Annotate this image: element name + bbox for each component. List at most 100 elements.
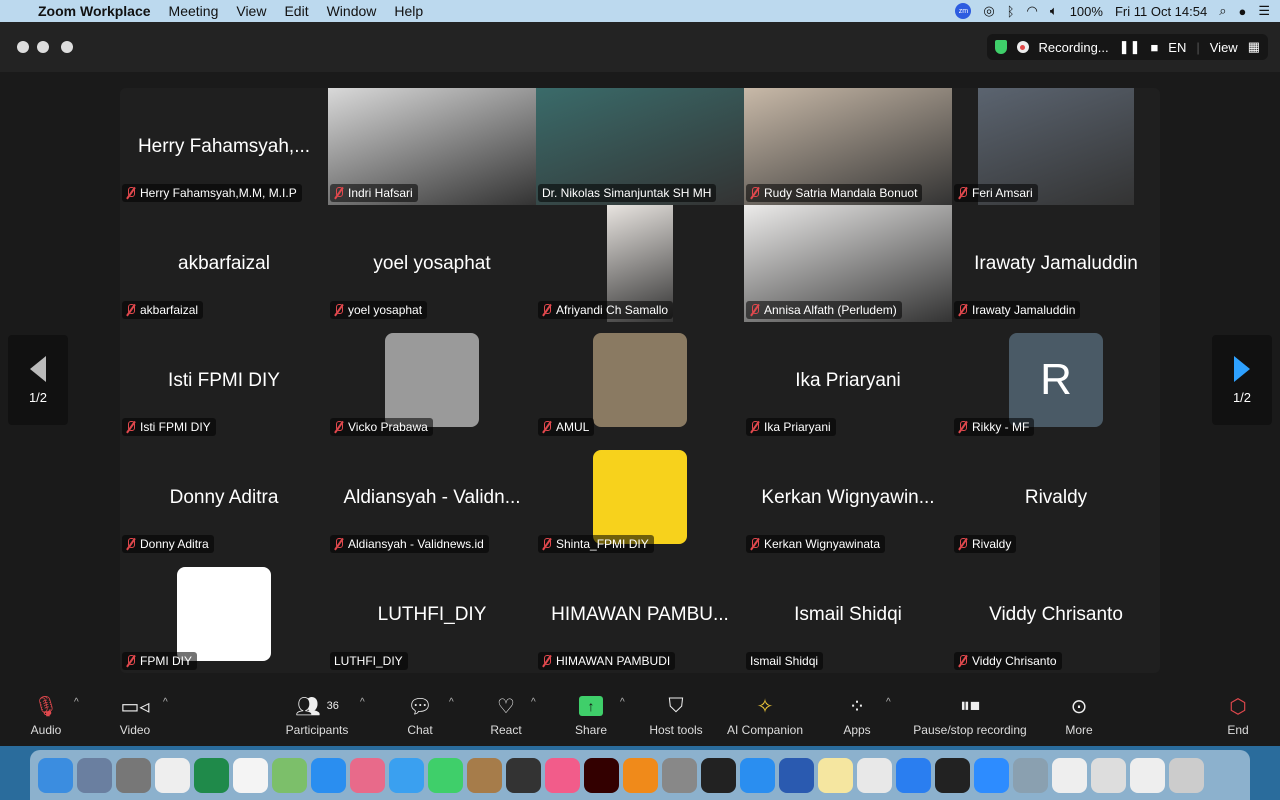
- participant-tile[interactable]: Donny Aditra Donny Aditra: [120, 439, 328, 556]
- dock-app-icon[interactable]: [1130, 757, 1165, 793]
- dock-app-icon[interactable]: [467, 757, 502, 793]
- dock-app-icon[interactable]: [662, 757, 697, 793]
- audio-options-caret[interactable]: ^: [74, 697, 79, 708]
- participant-tile[interactable]: R Rikky - MF: [952, 322, 1160, 439]
- participant-tile[interactable]: Annisa Alfath (Perludem): [744, 205, 952, 322]
- dock-app-icon[interactable]: [896, 757, 931, 793]
- video-button[interactable]: ▭◃ Video: [120, 693, 150, 738]
- dock-app-icon[interactable]: [389, 757, 424, 793]
- dock-app-icon[interactable]: [701, 757, 736, 793]
- participant-tile[interactable]: Viddy Chrisanto Viddy Chrisanto: [952, 556, 1160, 673]
- menu-help[interactable]: Help: [394, 3, 423, 19]
- share-button[interactable]: ↑ Share: [575, 693, 607, 737]
- app-menu[interactable]: Zoom Workplace: [38, 3, 151, 19]
- language-button[interactable]: EN: [1168, 40, 1186, 55]
- participant-tile[interactable]: Ika Priaryani Ika Priaryani: [744, 322, 952, 439]
- dock-app-icon[interactable]: [1169, 757, 1204, 793]
- minimize-window-button[interactable]: [37, 41, 49, 53]
- participant-tile[interactable]: Dr. Nikolas Simanjuntak SH MH: [536, 88, 744, 205]
- dock-app-icon[interactable]: [155, 757, 190, 793]
- dock-app-icon[interactable]: [935, 757, 970, 793]
- dock-app-icon[interactable]: [272, 757, 307, 793]
- dock-app-icon[interactable]: [623, 757, 658, 793]
- participants-button[interactable]: 👥︎ 36 Participants: [286, 693, 349, 738]
- creative-cloud-icon[interactable]: ◎: [983, 3, 994, 19]
- participant-tile[interactable]: Herry Fahamsyah,... Herry Fahamsyah,M.M, …: [120, 88, 328, 205]
- react-options-caret[interactable]: ^: [531, 697, 536, 708]
- react-button[interactable]: ♡ React: [490, 693, 521, 738]
- dock-app-icon[interactable]: [818, 757, 853, 793]
- participant-tile[interactable]: Isti FPMI DIY Isti FPMI DIY: [120, 322, 328, 439]
- apps-button[interactable]: ⁘ Apps: [843, 693, 870, 738]
- grid-view-icon[interactable]: ▦: [1248, 39, 1260, 55]
- participant-tile[interactable]: Aldiansyah - Validn... Aldiansyah - Valid…: [328, 439, 536, 556]
- dock-app-icon[interactable]: [1091, 757, 1126, 793]
- participant-tile[interactable]: HIMAWAN PAMBU... HIMAWAN PAMBUDI: [536, 556, 744, 673]
- dock-app-icon[interactable]: [740, 757, 775, 793]
- apps-options-caret[interactable]: ^: [886, 697, 891, 708]
- zoom-status-icon[interactable]: zm: [955, 3, 972, 19]
- next-page-button[interactable]: 1/2: [1212, 335, 1272, 425]
- chat-options-caret[interactable]: ^: [449, 697, 454, 708]
- dock-app-icon[interactable]: [506, 757, 541, 793]
- dock-app-icon[interactable]: [194, 757, 229, 793]
- participant-tile[interactable]: Vicko Prabawa: [328, 322, 536, 439]
- menu-meeting[interactable]: Meeting: [169, 3, 219, 19]
- participant-tile[interactable]: FPMI DIY: [120, 556, 328, 673]
- bluetooth-icon[interactable]: ᛒ: [1007, 4, 1015, 19]
- dock-app-icon[interactable]: [38, 757, 73, 793]
- dock-app-icon[interactable]: [428, 757, 463, 793]
- participant-tile[interactable]: AMUL: [536, 322, 744, 439]
- siri-icon[interactable]: ●: [1238, 4, 1246, 19]
- dock-app-icon[interactable]: [116, 757, 151, 793]
- participant-tile[interactable]: akbarfaizal akbarfaizal: [120, 205, 328, 322]
- participant-tile[interactable]: Shinta_FPMI DIY: [536, 439, 744, 556]
- share-options-caret[interactable]: ^: [620, 697, 625, 708]
- dock-app-icon[interactable]: [233, 757, 268, 793]
- participant-tile[interactable]: Irawaty Jamaluddin Irawaty Jamaluddin: [952, 205, 1160, 322]
- wifi-icon[interactable]: ◠: [1027, 3, 1038, 19]
- participant-tile[interactable]: Ismail Shidqi Ismail Shidqi: [744, 556, 952, 673]
- control-center-icon[interactable]: ☰: [1258, 3, 1270, 19]
- stop-recording-icon[interactable]: ■: [1150, 40, 1158, 55]
- audio-button[interactable]: 🎙︎ Audio: [31, 693, 62, 738]
- clock[interactable]: Fri 11 Oct 14:54: [1115, 4, 1207, 19]
- dock-app-icon[interactable]: [311, 757, 346, 793]
- ai-companion-button[interactable]: ✧ AI Companion: [727, 693, 803, 738]
- battery-status[interactable]: 100%: [1070, 4, 1103, 19]
- chat-button[interactable]: 💬︎ Chat: [407, 693, 432, 738]
- zoom-window-button[interactable]: [61, 41, 73, 53]
- participant-tile[interactable]: Afriyandi Ch Samallo: [536, 205, 744, 322]
- dock-app-icon[interactable]: [1013, 757, 1048, 793]
- participant-tile[interactable]: yoel yosaphat yoel yosaphat: [328, 205, 536, 322]
- participant-tile[interactable]: Feri Amsari: [952, 88, 1160, 205]
- dock-app-icon[interactable]: [1052, 757, 1087, 793]
- end-button[interactable]: ⬡ End: [1227, 693, 1248, 738]
- dock-app-icon[interactable]: [584, 757, 619, 793]
- previous-page-button[interactable]: 1/2: [8, 335, 68, 425]
- dock-app-icon[interactable]: [545, 757, 580, 793]
- participant-tile[interactable]: Rudy Satria Mandala Bonuot: [744, 88, 952, 205]
- pause-recording-icon[interactable]: ❚❚: [1119, 39, 1141, 55]
- menu-edit[interactable]: Edit: [284, 3, 308, 19]
- pause-stop-recording-button[interactable]: ⏸︎⏹︎ Pause/stop recording: [913, 693, 1026, 738]
- participant-tile[interactable]: LUTHFI_DIY LUTHFI_DIY: [328, 556, 536, 673]
- dock-app-icon[interactable]: [350, 757, 385, 793]
- volume-icon[interactable]: 🔈︎: [1050, 3, 1058, 19]
- participant-tile[interactable]: Indri Hafsari: [328, 88, 536, 205]
- video-options-caret[interactable]: ^: [163, 697, 168, 708]
- participant-tile[interactable]: Rivaldy Rivaldy: [952, 439, 1160, 556]
- menu-window[interactable]: Window: [327, 3, 377, 19]
- close-window-button[interactable]: [17, 41, 29, 53]
- view-button[interactable]: View: [1210, 40, 1238, 55]
- participants-options-caret[interactable]: ^: [360, 697, 365, 708]
- host-tools-button[interactable]: ⛉ Host tools: [649, 693, 702, 738]
- dock-app-icon[interactable]: [77, 757, 112, 793]
- dock-app-icon[interactable]: [857, 757, 892, 793]
- menu-view[interactable]: View: [236, 3, 266, 19]
- more-button[interactable]: ⊙ More: [1065, 693, 1092, 738]
- participant-tile[interactable]: Kerkan Wignyawin... Kerkan Wignyawinata: [744, 439, 952, 556]
- dock-app-icon[interactable]: [779, 757, 814, 793]
- security-shield-icon[interactable]: [994, 40, 1007, 54]
- search-icon[interactable]: ⌕: [1219, 3, 1226, 19]
